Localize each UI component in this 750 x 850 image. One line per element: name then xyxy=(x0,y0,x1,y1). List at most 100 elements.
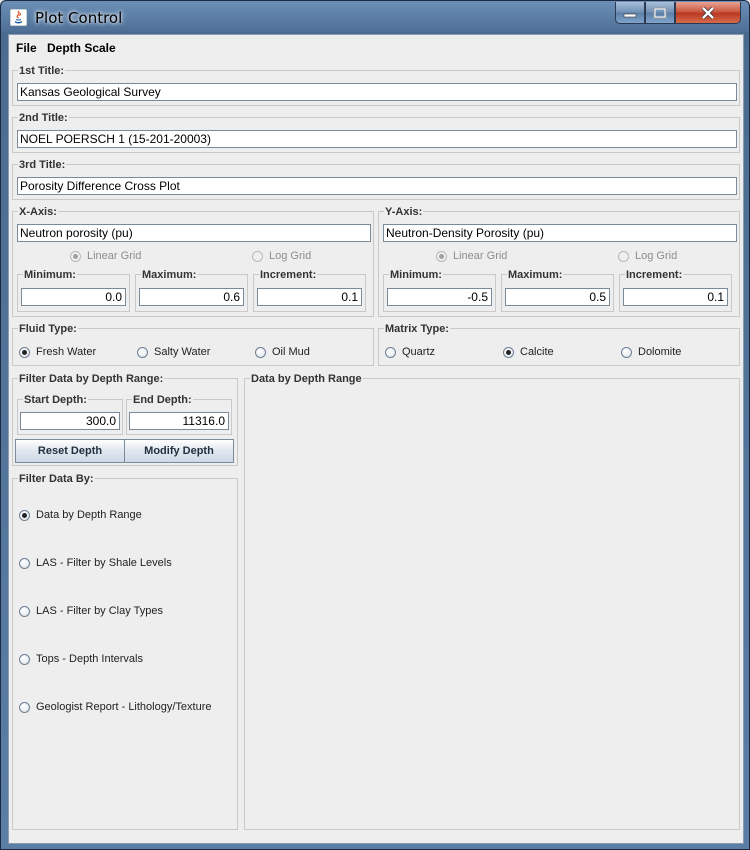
menu-depth-scale[interactable]: Depth Scale xyxy=(47,41,116,55)
x-linear-grid-radio[interactable]: Linear Grid xyxy=(70,249,141,263)
matrix-option-label: Calcite xyxy=(520,346,554,358)
x-max-group: Maximum: 0.6 xyxy=(135,269,248,312)
x-increment-input[interactable]: 0.1 xyxy=(257,288,362,306)
close-icon xyxy=(701,6,715,19)
client-area: File Depth Scale 1st Title: Kansas Geolo… xyxy=(8,34,744,844)
x-min-input[interactable]: 0.0 xyxy=(21,288,126,306)
y-increment-group: Increment: 0.1 xyxy=(619,269,732,312)
x-log-grid-label: Log Grid xyxy=(269,250,312,262)
minimize-button[interactable] xyxy=(615,2,645,24)
matrix-calcite-radio[interactable]: Calcite xyxy=(503,345,554,359)
y-max-group: Maximum: 0.5 xyxy=(501,269,614,312)
y-increment-input[interactable]: 0.1 xyxy=(623,288,728,306)
fluid-type-group: Fluid Type: Fresh Water Salty Water Oil … xyxy=(12,323,374,366)
y-log-grid-radio[interactable]: Log Grid xyxy=(618,249,677,263)
y-log-grid-label: Log Grid xyxy=(635,250,678,262)
radio-unselected-icon xyxy=(19,701,30,713)
filter-option-label: LAS - Filter by Clay Types xyxy=(36,605,163,617)
maximize-icon xyxy=(653,7,667,18)
radio-selected-icon xyxy=(503,346,514,358)
filter-data-by-label: Filter Data By: xyxy=(18,473,95,485)
filter-tops-intervals-radio[interactable]: Tops - Depth Intervals xyxy=(19,652,143,666)
y-max-input[interactable]: 0.5 xyxy=(505,288,610,306)
menu-file[interactable]: File xyxy=(16,41,37,55)
filter-option-label: Data by Depth Range xyxy=(36,509,142,521)
modify-depth-button[interactable]: Modify Depth xyxy=(124,439,234,463)
end-depth-input[interactable]: 11316.0 xyxy=(129,412,229,430)
fluid-fresh-water-radio[interactable]: Fresh Water xyxy=(19,345,96,359)
fluid-salty-water-radio[interactable]: Salty Water xyxy=(137,345,210,359)
java-icon xyxy=(10,9,27,26)
fluid-oil-mud-radio[interactable]: Oil Mud xyxy=(255,345,310,359)
matrix-type-group: Matrix Type: Quartz Calcite Dolomite xyxy=(378,323,740,366)
menu-bar: File Depth Scale xyxy=(9,35,743,59)
data-by-depth-range-panel: Data by Depth Range xyxy=(244,373,740,830)
fluid-type-label: Fluid Type: xyxy=(18,323,78,335)
data-by-depth-range-label: Data by Depth Range xyxy=(250,373,363,385)
matrix-dolomite-radio[interactable]: Dolomite xyxy=(621,345,681,359)
radio-selected-icon xyxy=(70,250,81,262)
third-title-input[interactable]: Porosity Difference Cross Plot xyxy=(17,177,737,195)
y-min-label: Minimum: xyxy=(389,269,443,281)
x-max-label: Maximum: xyxy=(141,269,198,281)
title-bar[interactable]: Plot Control xyxy=(1,1,749,35)
radio-unselected-icon xyxy=(19,605,30,617)
x-min-group: Minimum: 0.0 xyxy=(17,269,130,312)
radio-unselected-icon xyxy=(137,346,148,358)
close-button[interactable] xyxy=(675,2,741,24)
matrix-quartz-radio[interactable]: Quartz xyxy=(385,345,435,359)
end-depth-label: End Depth: xyxy=(132,394,193,406)
radio-unselected-icon xyxy=(621,346,632,358)
filter-option-label: Tops - Depth Intervals xyxy=(36,653,143,665)
first-title-group: 1st Title: Kansas Geological Survey xyxy=(12,65,740,106)
filter-shale-levels-radio[interactable]: LAS - Filter by Shale Levels xyxy=(19,556,172,570)
radio-selected-icon xyxy=(19,509,30,521)
fluid-option-label: Fresh Water xyxy=(36,346,97,358)
first-title-label: 1st Title: xyxy=(18,65,66,77)
reset-depth-button[interactable]: Reset Depth xyxy=(15,439,125,463)
filter-data-by-group: Filter Data By: Data by Depth Range LAS … xyxy=(12,473,238,830)
start-depth-group: Start Depth: 300.0 xyxy=(17,394,123,435)
radio-unselected-icon xyxy=(19,557,30,569)
radio-unselected-icon xyxy=(618,250,629,262)
start-depth-input[interactable]: 300.0 xyxy=(20,412,120,430)
filter-depth-range-radio[interactable]: Data by Depth Range xyxy=(19,508,142,522)
y-linear-grid-radio[interactable]: Linear Grid xyxy=(436,249,507,263)
y-axis-name-input[interactable]: Neutron-Density Porosity (pu) xyxy=(383,224,737,242)
matrix-option-label: Dolomite xyxy=(638,346,682,358)
x-axis-name-input[interactable]: Neutron porosity (pu) xyxy=(17,224,371,242)
end-depth-group: End Depth: 11316.0 xyxy=(126,394,232,435)
x-increment-group: Increment: 0.1 xyxy=(253,269,366,312)
depth-filter-label: Filter Data by Depth Range: xyxy=(18,373,165,385)
second-title-label: 2nd Title: xyxy=(18,112,69,124)
x-min-label: Minimum: xyxy=(23,269,77,281)
radio-unselected-icon xyxy=(385,346,396,358)
filter-option-label: Geologist Report - Lithology/Texture xyxy=(36,701,212,713)
x-max-input[interactable]: 0.6 xyxy=(139,288,244,306)
filter-clay-types-radio[interactable]: LAS - Filter by Clay Types xyxy=(19,604,163,618)
x-axis-label: X-Axis: xyxy=(18,206,58,218)
window-title: Plot Control xyxy=(35,9,123,27)
y-min-group: Minimum: -0.5 xyxy=(383,269,496,312)
first-title-input[interactable]: Kansas Geological Survey xyxy=(17,83,737,101)
maximize-button[interactable] xyxy=(645,2,675,24)
radio-unselected-icon xyxy=(255,346,266,358)
filter-option-label: LAS - Filter by Shale Levels xyxy=(36,557,172,569)
second-title-input[interactable]: NOEL POERSCH 1 (15-201-20003) xyxy=(17,130,737,148)
x-linear-grid-label: Linear Grid xyxy=(87,250,142,262)
y-axis-label: Y-Axis: xyxy=(384,206,424,218)
second-title-group: 2nd Title: NOEL POERSCH 1 (15-201-20003) xyxy=(12,112,740,153)
y-increment-label: Increment: xyxy=(625,269,684,281)
y-min-input[interactable]: -0.5 xyxy=(387,288,492,306)
matrix-option-label: Quartz xyxy=(402,346,436,358)
x-axis-group: X-Axis: Neutron porosity (pu) Linear Gri… xyxy=(12,206,374,317)
third-title-group: 3rd Title: Porosity Difference Cross Plo… xyxy=(12,159,740,200)
y-axis-group: Y-Axis: Neutron-Density Porosity (pu) Li… xyxy=(378,206,740,317)
radio-unselected-icon xyxy=(252,250,263,262)
y-max-label: Maximum: xyxy=(507,269,564,281)
x-log-grid-radio[interactable]: Log Grid xyxy=(252,249,311,263)
filter-geologist-report-radio[interactable]: Geologist Report - Lithology/Texture xyxy=(19,700,211,714)
radio-selected-icon xyxy=(19,346,30,358)
third-title-label: 3rd Title: xyxy=(18,159,67,171)
fluid-option-label: Salty Water xyxy=(154,346,211,358)
